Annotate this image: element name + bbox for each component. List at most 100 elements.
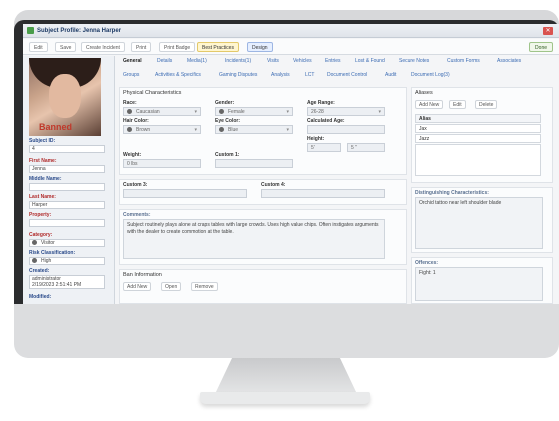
ban-add-button[interactable]: Add New — [123, 282, 152, 291]
distinguishing-textarea[interactable]: Orchid tattoo near left shoulder blade — [415, 197, 543, 249]
ban-open-button[interactable]: Open — [161, 282, 182, 291]
chevron-down-icon: ▾ — [286, 109, 289, 115]
tab-details[interactable]: Details — [157, 58, 172, 64]
calculated-age-label: Calculated Age: — [307, 118, 345, 124]
alias-delete-button[interactable]: Delete — [475, 100, 498, 109]
gear-icon — [32, 240, 37, 246]
tab-custom-forms[interactable]: Custom Forms — [447, 58, 480, 64]
save-button[interactable]: Save — [55, 42, 77, 52]
title-bar: Subject Profile: Jenna Harper ✕ — [23, 24, 559, 38]
tab-associates[interactable]: Associates — [497, 58, 521, 64]
chevron-down-icon: ▾ — [194, 109, 197, 115]
list-item[interactable]: Jazz — [415, 134, 541, 143]
right-column: Aliases Add New Edit Delete Alias Jax Ja… — [411, 87, 553, 304]
tab-document-log[interactable]: Document Log(3) — [411, 72, 450, 78]
tab-lost-found[interactable]: Lost & Found — [355, 58, 385, 64]
age-label: Age Range: — [307, 100, 335, 106]
alias-list-empty — [415, 144, 541, 176]
tab-analysis[interactable]: Analysis — [271, 72, 290, 78]
middle-name-field: Middle Name: — [29, 176, 105, 191]
gender-select[interactable]: Female ▾ — [215, 107, 293, 116]
tab-groups[interactable]: Groups — [123, 72, 139, 78]
gear-icon — [219, 109, 224, 115]
close-icon[interactable]: ✕ — [543, 27, 553, 35]
race-label: Race: — [123, 100, 137, 106]
ban-title: Ban Information — [123, 272, 162, 278]
monitor-chin — [14, 304, 559, 358]
chevron-down-icon: ▾ — [286, 127, 289, 133]
eye-select[interactable]: Blue ▾ — [215, 125, 293, 134]
height-feet-field[interactable]: 5' — [307, 143, 341, 152]
eye-label: Eye Color: — [215, 118, 241, 124]
subject-sidebar: Banned Subject ID: 4 First Name: Jenna Mid… — [23, 56, 115, 304]
distinguishing-label: Distinguishing Characteristics: — [415, 190, 489, 196]
gender-label: Gender: — [215, 100, 235, 106]
tab-document-control[interactable]: Document Control — [327, 72, 367, 78]
done-button[interactable]: Done — [529, 42, 553, 52]
print-button[interactable]: Print — [131, 42, 152, 52]
general-tab-content: Physical Characteristics Race: Caucasian… — [119, 87, 407, 304]
print-badge-button[interactable]: Print Badge — [159, 42, 196, 52]
chevron-down-icon: ▾ — [194, 127, 197, 133]
toolbar: Edit Save Create Incident Print Print Ba… — [23, 39, 559, 55]
tab-general[interactable]: General — [123, 58, 142, 64]
category-field: Category: Visitor — [29, 232, 105, 247]
risk-field: Risk Classification: High — [29, 250, 105, 265]
banned-overlay: Banned — [39, 122, 73, 132]
height-inches-field[interactable]: 5 " — [347, 143, 385, 152]
list-item[interactable]: Jax — [415, 124, 541, 133]
weight-label: Weight: — [123, 152, 142, 158]
ban-remove-button[interactable]: Remove — [191, 282, 218, 291]
tab-entries[interactable]: Entries — [325, 58, 341, 64]
comments-label: Comments: — [123, 212, 151, 218]
best-practices-button[interactable]: Best Practices — [197, 42, 239, 52]
first-name-field: First Name: Jenna — [29, 158, 105, 173]
tab-secure-notes[interactable]: Secure Notes — [399, 58, 429, 64]
subject-photo[interactable]: Banned — [29, 58, 101, 136]
window-title: Subject Profile: Jenna Harper — [37, 28, 122, 34]
tab-incidents[interactable]: Incidents(1) — [225, 58, 251, 64]
subject-id-field: Subject ID: 4 — [29, 138, 105, 153]
tab-visits[interactable]: Visits — [267, 58, 279, 64]
app-icon — [27, 27, 34, 34]
calculated-age-field — [307, 125, 385, 134]
custom1-label: Custom 1: — [215, 152, 240, 158]
hair-label: Hair Color: — [123, 118, 149, 124]
chevron-down-icon: ▾ — [378, 109, 381, 115]
weight-field[interactable]: 0 lbs — [123, 159, 201, 168]
alias-add-button[interactable]: Add New — [415, 100, 444, 109]
modified-field: Modified: — [29, 294, 52, 300]
tab-media[interactable]: Media(1) — [187, 58, 207, 64]
comments-textarea[interactable]: Subject routinely plays alone at craps t… — [123, 219, 385, 259]
custom3-field[interactable] — [123, 189, 247, 198]
created-field: Created: administrator 2/19/2023 2:51:41 P… — [29, 268, 105, 289]
tab-vehicles[interactable]: Vehicles — [293, 58, 312, 64]
height-label: Height: — [307, 136, 325, 142]
age-select[interactable]: 26-28 ▾ — [307, 107, 385, 116]
race-select[interactable]: Caucasian ▾ — [123, 107, 201, 116]
monitor-stand — [215, 358, 357, 394]
last-name-field: Last Name: Harper — [29, 194, 105, 209]
gear-icon — [127, 127, 132, 133]
custom3-label: Custom 3: — [123, 182, 148, 188]
hair-select[interactable]: Brown ▾ — [123, 125, 201, 134]
monitor-base — [200, 392, 370, 404]
tab-gaming-disputes[interactable]: Gaming Disputes — [219, 72, 257, 78]
alias-column-header[interactable]: Alias — [415, 114, 541, 123]
property-field: Property: — [29, 212, 105, 227]
app-window: Subject Profile: Jenna Harper ✕ Edit Sav… — [23, 24, 559, 304]
custom4-field[interactable] — [261, 189, 385, 198]
gear-icon — [32, 258, 37, 264]
physical-title: Physical Characteristics — [123, 90, 182, 96]
create-incident-button[interactable]: Create Incident — [81, 42, 125, 52]
offences-label: Offences: — [415, 260, 439, 266]
alias-edit-button[interactable]: Edit — [449, 100, 466, 109]
design-button[interactable]: Design — [247, 42, 273, 52]
edit-button[interactable]: Edit — [29, 42, 48, 52]
custom1-field[interactable] — [215, 159, 293, 168]
tab-audit[interactable]: Audit — [385, 72, 396, 78]
gear-icon — [219, 127, 224, 133]
tab-activities[interactable]: Activities & Specifics — [155, 72, 201, 78]
aliases-title: Aliases — [415, 90, 433, 96]
tab-lct[interactable]: LCT — [305, 72, 314, 78]
